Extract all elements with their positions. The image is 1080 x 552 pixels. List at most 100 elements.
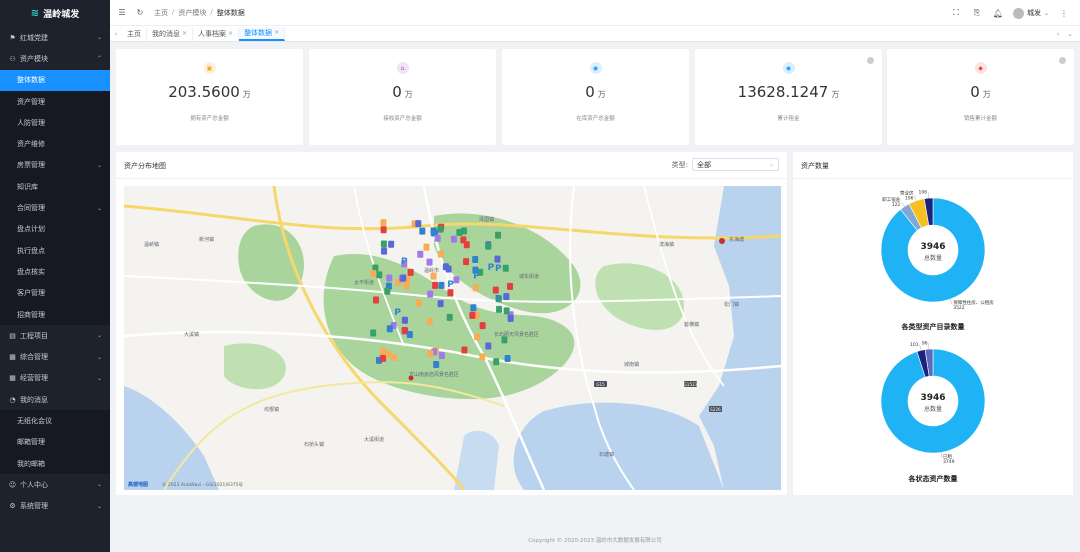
parking-marker-icon: P <box>495 294 502 304</box>
parking-marker-icon: P <box>473 272 480 282</box>
sidebar-item-9[interactable]: 盘点计划 <box>0 218 110 240</box>
sidebar-item-15[interactable]: ▦ 综合管理 ⌄ <box>0 346 110 367</box>
info-icon[interactable] <box>1059 57 1066 64</box>
info-icon[interactable] <box>867 57 874 64</box>
sidebar-item-label: 知识库 <box>17 182 38 191</box>
parking-marker-icon: P <box>488 263 495 273</box>
donut-center-value: 3946 <box>920 393 945 403</box>
close-icon[interactable]: × <box>182 30 187 37</box>
sidebar-item-11[interactable]: 盘点核实 <box>0 261 110 283</box>
sidebar-item-22[interactable]: ⚙ 系统管理 ⌄ <box>0 496 110 517</box>
stat-label: 销售累计金额 <box>963 116 997 122</box>
breadcrumb-home[interactable]: 主页 <box>154 8 168 18</box>
tab-2[interactable]: 人事档案 × <box>193 26 240 41</box>
asset-marker-icon <box>456 228 463 236</box>
flag-icon: ⚑ <box>9 33 16 42</box>
close-icon[interactable]: × <box>274 29 279 36</box>
sidebar-item-20[interactable]: 我的邮箱 <box>0 452 110 475</box>
asset-marker-icon <box>427 350 434 358</box>
map-place-label: 城南镇 <box>624 361 639 368</box>
refresh-icon[interactable]: ↻ <box>134 8 146 17</box>
type-filter: 类型: 全部 ⌄ <box>672 158 779 171</box>
sidebar-item-14[interactable]: ▤ 工程项目 ⌄ <box>0 325 110 346</box>
asset-marker-icon <box>496 305 503 313</box>
label-leader-line <box>914 194 917 201</box>
label-leader-line <box>927 192 929 199</box>
slice-name-label: 营业房 <box>900 190 914 197</box>
type-select-value: 全部 <box>697 160 711 169</box>
sidebar-item-7[interactable]: 知识库 <box>0 176 110 198</box>
person-icon: ⚇ <box>9 54 16 63</box>
sidebar-item-4[interactable]: 人防管理 <box>0 112 110 134</box>
sidebar-item-13[interactable]: 招商管理 <box>0 303 110 326</box>
more-icon[interactable]: ⋮ <box>1058 9 1070 18</box>
chevron-down-icon[interactable]: ⌄ <box>1064 30 1076 38</box>
chevron-right-icon[interactable]: › <box>1052 30 1064 38</box>
sidebar-item-label: 我的消息 <box>20 395 48 404</box>
asset-marker-icon <box>474 333 481 341</box>
map-place-label: 新河镇 <box>199 236 214 243</box>
sidebar-item-6[interactable]: 房票管理 ⌄ <box>0 154 110 177</box>
asset-marker-icon <box>401 316 408 324</box>
sidebar-item-3[interactable]: 资产管理 <box>0 90 110 113</box>
fullscreen-icon[interactable]: ⛶ <box>950 8 962 18</box>
close-icon[interactable]: × <box>228 30 233 37</box>
sidebar-item-1[interactable]: ⚇ 资产模块 ⌃ <box>0 48 110 69</box>
sidebar-item-0[interactable]: ⚑ 红城党建 ⌄ <box>0 27 110 48</box>
asset-marker-icon <box>494 255 501 263</box>
sidebar-item-5[interactable]: 资产维修 <box>0 133 110 155</box>
parking-marker-icon: P <box>447 280 454 290</box>
user-icon: ☺ <box>8 480 17 489</box>
chevron-left-icon[interactable]: ‹ <box>110 30 122 38</box>
sidebar-item-18[interactable]: 无纸化会议 <box>0 410 110 432</box>
sidebar-item-12[interactable]: 客户管理 <box>0 282 110 304</box>
bell-icon[interactable]: 🔔︎ <box>992 9 1004 18</box>
sidebar-item-19[interactable]: 邮箱管理 <box>0 431 110 453</box>
asset-marker-icon <box>485 342 492 350</box>
bay-area <box>513 402 724 490</box>
asset-marker-icon <box>407 268 414 276</box>
translate-icon[interactable]: ⎘ <box>971 8 983 18</box>
map-place-label: 石塘镇 <box>599 451 614 458</box>
parking-marker-icon: P <box>430 228 437 238</box>
sidebar-item-label: 经营管理 <box>20 374 48 383</box>
asset-marker-icon <box>403 282 410 290</box>
sidebar-item-21[interactable]: ☺ 个人中心 ⌄ <box>0 474 110 495</box>
map-canvas[interactable]: 东海塘温岭市太平街道城东街道新河镇大溪镇石塘镇箬横镇泽国镇滨海镇松门镇坞根镇温峤… <box>124 186 781 490</box>
tab-3[interactable]: 整体数据 × <box>239 26 286 41</box>
sidebar-item-2[interactable]: 整体数据 <box>0 69 110 91</box>
donut-charts: 保障性住房、公租房3522职工宿舍122营业房1961063946总数量各类型资… <box>880 190 994 483</box>
asset-map[interactable]: 东海塘 温岭市 太平街道 城东街道 新河镇 大溪镇 石塘镇 箬横镇 泽国镇 滨海镇 松门镇 坞根镇 温峤… <box>124 186 781 490</box>
sidebar-item-16[interactable]: ▦ 经营管理 ⌄ <box>0 368 110 389</box>
stat-value-line: 203.5600 万 <box>116 83 303 101</box>
briefcase-icon: ▣ <box>203 62 216 74</box>
sidebar-item-17[interactable]: ◔ 我的消息 <box>0 389 110 410</box>
chevron-down-icon: ⌄ <box>96 34 102 42</box>
menu-toggle-icon[interactable]: ☰ <box>116 8 128 17</box>
map-place-label: 石桥头镇 <box>304 441 324 448</box>
map-place-label: 大溪镇 <box>184 331 199 338</box>
sidebar-item-8[interactable]: 合同管理 ⌄ <box>0 197 110 219</box>
asset-marker-icon <box>406 330 413 338</box>
tab-0[interactable]: 主页 <box>122 26 147 41</box>
tab-1[interactable]: 我的消息 × <box>147 26 194 41</box>
sidebar-item-label: 盘点计划 <box>17 225 45 234</box>
asset-marker-icon <box>373 296 380 304</box>
asset-marker-icon <box>442 263 449 271</box>
road-shield-label: G1523 <box>684 382 698 387</box>
document-icon: ▤ <box>9 331 16 340</box>
sidebar-item-label: 客户管理 <box>17 289 45 298</box>
asset-marker-icon <box>469 311 476 319</box>
type-select[interactable]: 全部 ⌄ <box>692 158 779 171</box>
breadcrumb-module[interactable]: 资产模块 <box>178 8 206 18</box>
asset-marker-icon <box>385 350 392 358</box>
sidebar-item-label: 系统管理 <box>20 502 48 511</box>
asset-marker-icon <box>503 293 510 301</box>
asset-marker-icon <box>463 241 470 249</box>
hill-area <box>595 263 684 330</box>
asset-marker-icon <box>415 220 422 228</box>
asset-marker-icon <box>432 281 439 289</box>
tab-label: 整体数据 <box>244 28 273 37</box>
sidebar-item-10[interactable]: 执行盘点 <box>0 239 110 262</box>
user-menu[interactable]: 城发 ⌄ <box>1012 7 1049 19</box>
